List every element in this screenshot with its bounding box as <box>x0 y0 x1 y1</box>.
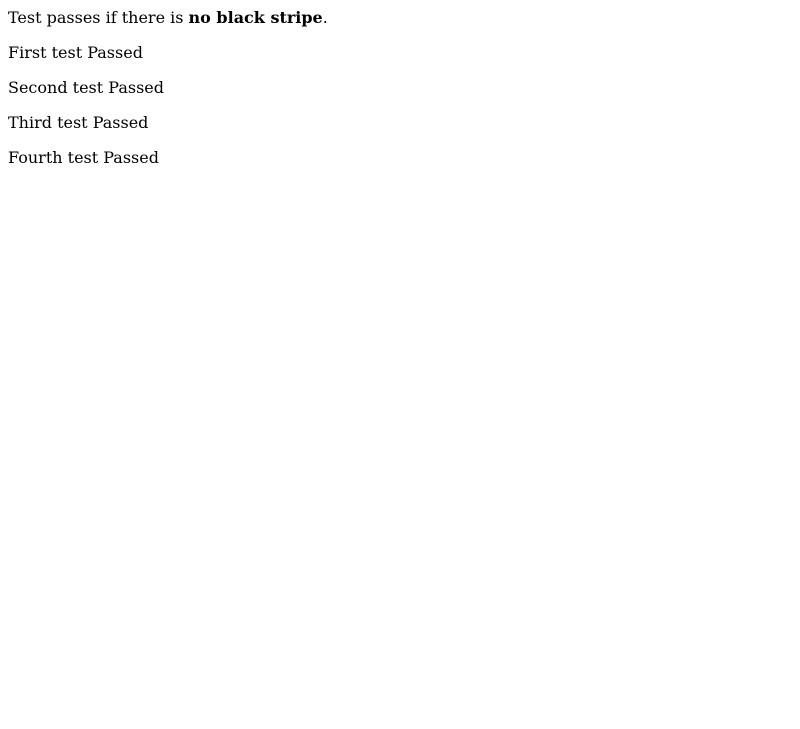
instruction-prefix: Test passes if there is <box>8 8 189 27</box>
instruction-suffix: . <box>322 8 328 27</box>
fourth-test-result: Fourth test Passed <box>8 148 159 167</box>
third-test-result: Third test Passed <box>8 113 149 132</box>
instruction-text: Test passes if there is no black stripe. <box>8 8 792 27</box>
instruction-emphasis: no black stripe <box>188 8 323 27</box>
first-test-result: First test Passed <box>8 43 143 62</box>
test-page: Test passes if there is no black stripe.… <box>0 0 800 167</box>
second-test-result: Second test Passed <box>8 78 164 97</box>
